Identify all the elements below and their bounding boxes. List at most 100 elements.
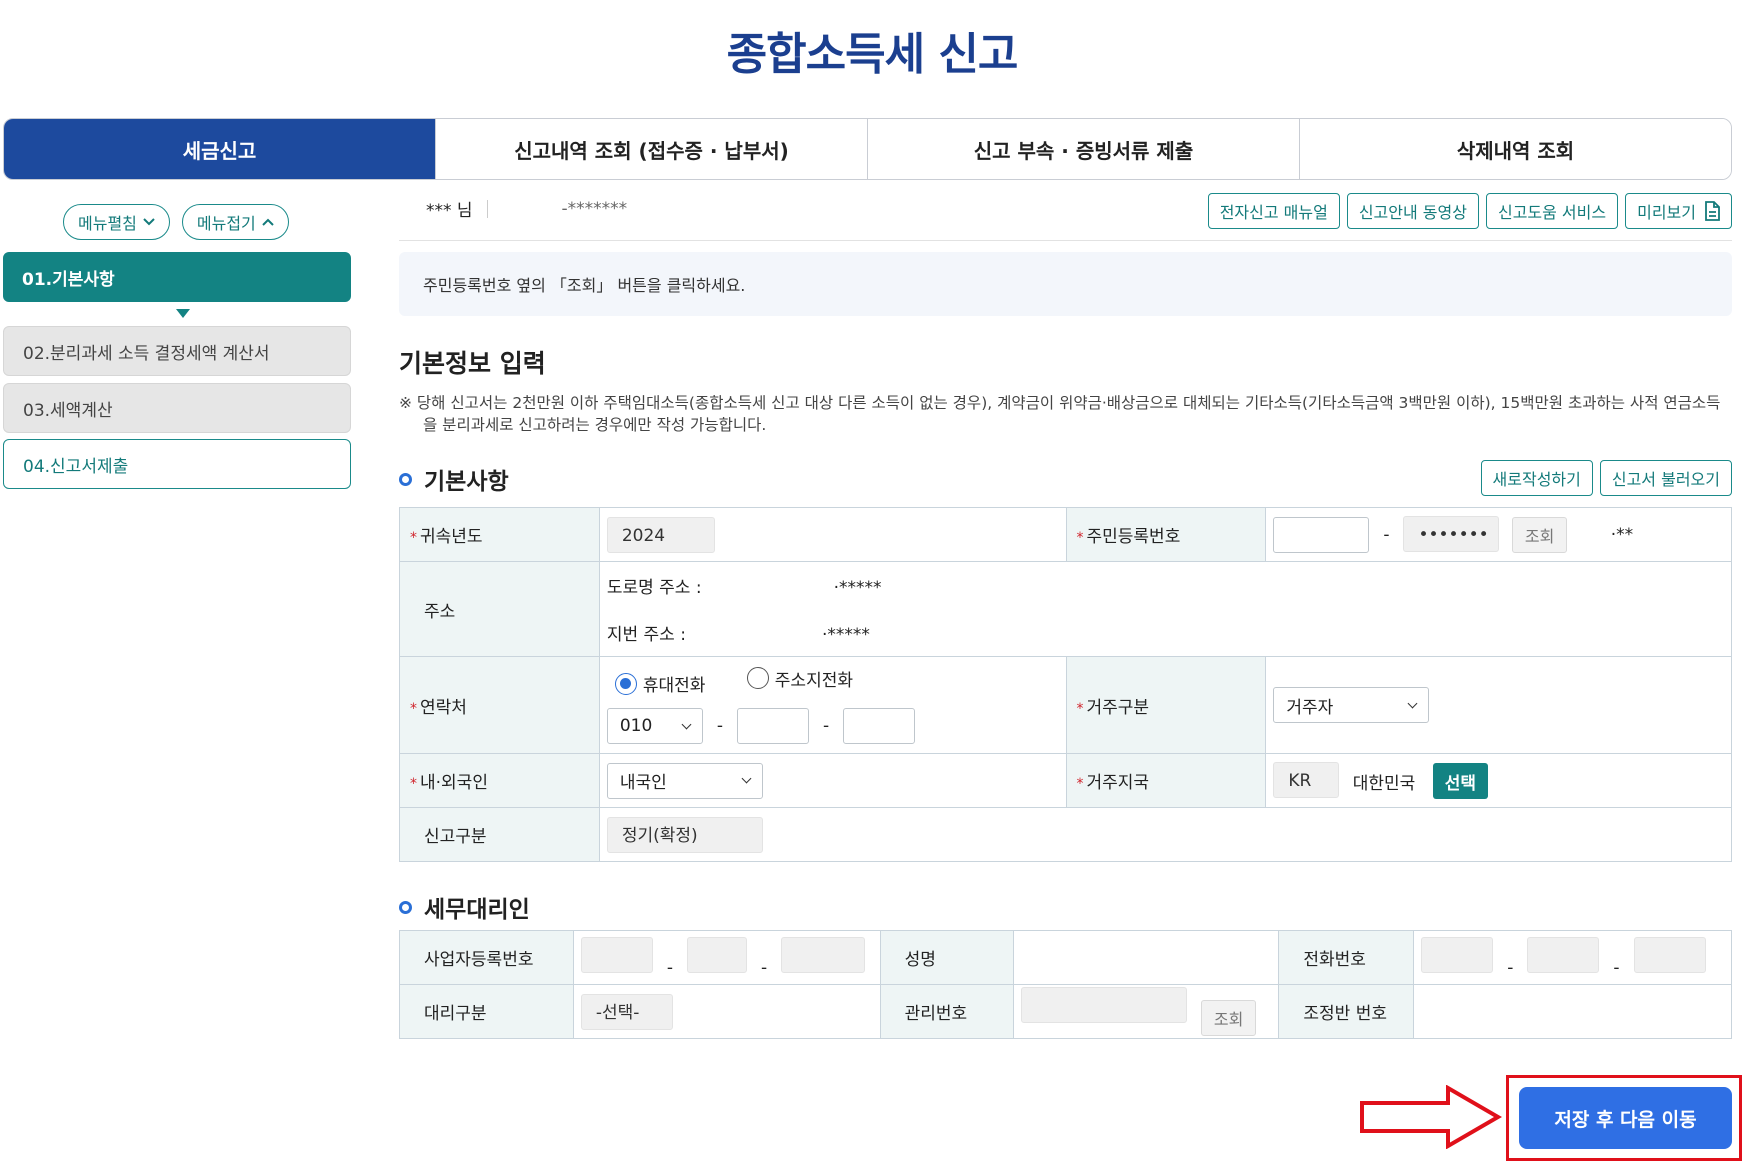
required-mark: *: [410, 776, 417, 792]
agent-phone-part3: [1633, 937, 1706, 973]
tab-tax-filing[interactable]: 세금신고: [4, 119, 435, 179]
basic-section-title: 기본사항: [424, 469, 509, 495]
rrn-label: 주민등록번호: [1086, 527, 1181, 547]
radio-mobile[interactable]: 휴대전화: [614, 671, 706, 697]
sidebar-step-submit[interactable]: 04.신고서제출: [3, 439, 351, 489]
page-title: 종합소득세 신고: [726, 29, 1019, 80]
year-value: 2024: [606, 516, 715, 553]
country-label: 거주지국: [1086, 773, 1150, 793]
tab-filing-history[interactable]: 신고내역 조회 (접수증 · 납부서): [435, 119, 867, 179]
biz-no-part2: [686, 937, 747, 973]
sidebar-step-separate-tax[interactable]: 02.분리과세 소득 결정세액 계산서: [3, 326, 351, 376]
chevron-down-icon: [143, 218, 155, 226]
user-name: *** 님: [426, 201, 473, 221]
dash: -: [716, 716, 723, 737]
mgmt-lookup-button[interactable]: 조회: [1200, 1000, 1257, 1036]
save-next-button[interactable]: 저장 후 다음 이동: [1519, 1087, 1732, 1149]
bullet-icon: [399, 900, 412, 914]
nationality-value: 내국인: [619, 773, 667, 793]
tab-attachments[interactable]: 신고 부속 · 증빙서류 제출: [867, 119, 1299, 179]
chevron-down-icon: [1407, 698, 1418, 708]
top-tabs: 세금신고 신고내역 조회 (접수증 · 납부서) 신고 부속 · 증빙서류 제출…: [3, 118, 1732, 180]
user-id: -*******: [561, 198, 628, 219]
radio-home-phone[interactable]: 주소지전화: [746, 666, 853, 691]
required-mark: *: [1076, 700, 1084, 717]
menu-toggle-group: 메뉴펼침 메뉴접기: [63, 204, 289, 240]
address-label: 주소: [399, 561, 600, 657]
basic-actions: 새로작성하기 신고서 불러오기: [1480, 460, 1732, 496]
lot-address-value: ·*****: [821, 625, 870, 645]
radio-unchecked-icon: [746, 667, 769, 690]
preview-button[interactable]: 미리보기: [1625, 193, 1732, 229]
section-title: 기본정보 입력: [399, 349, 546, 378]
sidebar-step-basic[interactable]: 01.기본사항: [3, 252, 351, 302]
agent-type-value: -선택-: [580, 993, 673, 1030]
radio-mobile-label: 휴대전화: [642, 676, 706, 697]
dash: -: [1613, 958, 1620, 978]
agent-type-label: 대리구분: [399, 984, 574, 1039]
residence-value: 거주자: [1286, 697, 1334, 718]
residence-label: 거주구분: [1086, 697, 1150, 718]
chevron-down-icon: [681, 719, 692, 730]
road-address-label: 도로명 주소 :: [606, 578, 702, 598]
dash: -: [1383, 525, 1390, 545]
radio-home-label: 주소지전화: [774, 670, 853, 691]
agent-phone-part1: [1421, 937, 1494, 973]
notice-text: 주민등록번호 옆의 「조회」 버튼을 클릭하세요.: [423, 276, 746, 295]
rrn-front-input[interactable]: [1273, 517, 1370, 553]
load-form-button[interactable]: 신고서 불러오기: [1599, 460, 1732, 496]
lot-address-label: 지번 주소 :: [606, 625, 686, 645]
dash: -: [760, 958, 768, 978]
filing-type-value: 정기(확정): [606, 816, 763, 853]
dash: -: [666, 958, 673, 978]
chevron-down-icon: [741, 773, 752, 784]
nationality-label: 내·외국인: [420, 773, 488, 793]
contact-label: 연락처: [420, 697, 467, 718]
basic-info-table: * 귀속년도 2024 * 주민등록번호 - ••••••• 조회 ·** 주소 도로…: [399, 507, 1733, 862]
agent-phone-part2: [1527, 937, 1600, 973]
mgmt-no-value: [1021, 987, 1188, 1023]
help-service-button[interactable]: 신고도움 서비스: [1485, 193, 1619, 229]
menu-collapse-button[interactable]: 메뉴접기: [181, 204, 289, 240]
residence-select[interactable]: 거주자: [1273, 687, 1430, 723]
menu-expand-button[interactable]: 메뉴펼침: [63, 204, 170, 240]
divider: [399, 240, 1732, 241]
user-info: *** 님 -*******: [426, 196, 628, 222]
bullet-icon: [399, 472, 412, 486]
help-button-group: 전자신고 매뉴얼 신고안내 동영상 신고도움 서비스 미리보기: [1207, 193, 1732, 229]
rrn-lookup-button[interactable]: 조회: [1511, 517, 1568, 553]
phone-prefix-select[interactable]: 010: [606, 708, 703, 745]
adjust-no-label: 조정반 번호: [1278, 984, 1415, 1039]
country-select-button[interactable]: 선택: [1432, 763, 1488, 799]
mgmt-no-label: 관리번호: [879, 984, 1015, 1039]
agent-table: 사업자등록번호 -- 성명 전화번호 -- 대리구분 -선택- 관리번호 조회 …: [399, 930, 1732, 1039]
required-mark: *: [1076, 776, 1084, 792]
required-mark: *: [410, 530, 417, 546]
agent-name-value: [1013, 930, 1280, 985]
pointer-arrow-icon: [1360, 1085, 1502, 1149]
agent-section-title: 세무대리인: [424, 897, 530, 923]
sidebar-step-tax-calc[interactable]: 03.세액계산: [3, 383, 351, 433]
road-address-value: ·*****: [833, 578, 882, 598]
phone-last-input[interactable]: [843, 708, 916, 745]
dash: -: [822, 716, 830, 737]
country-code: KR: [1273, 762, 1340, 798]
manual-button[interactable]: 전자신고 매뉴얼: [1207, 193, 1340, 229]
section-note: ※ 당해 신고서는 2천만원 이하 주택임대소득(종합소득세 신고 대상 다른 …: [399, 394, 1721, 434]
country-name: 대한민국: [1352, 773, 1416, 794]
radio-checked-icon: [614, 672, 637, 695]
taxpayer-name: ·**: [1610, 525, 1634, 545]
phone-middle-input[interactable]: [736, 708, 809, 745]
new-form-button[interactable]: 새로작성하기: [1480, 460, 1593, 496]
menu-collapse-label: 메뉴접기: [196, 214, 256, 233]
agent-name-label: 성명: [879, 930, 1015, 985]
step-arrow-icon: [176, 309, 190, 318]
menu-expand-label: 메뉴펼침: [78, 214, 137, 233]
phone-prefix-value: 010: [619, 716, 653, 737]
tab-deleted-history[interactable]: 삭제내역 조회: [1299, 119, 1731, 179]
guide-video-button[interactable]: 신고안내 동영상: [1346, 193, 1479, 229]
rrn-back-value: •••••••: [1403, 516, 1500, 552]
required-mark: *: [1076, 530, 1084, 546]
nationality-select[interactable]: 내국인: [606, 762, 763, 799]
preview-label: 미리보기: [1637, 203, 1696, 222]
